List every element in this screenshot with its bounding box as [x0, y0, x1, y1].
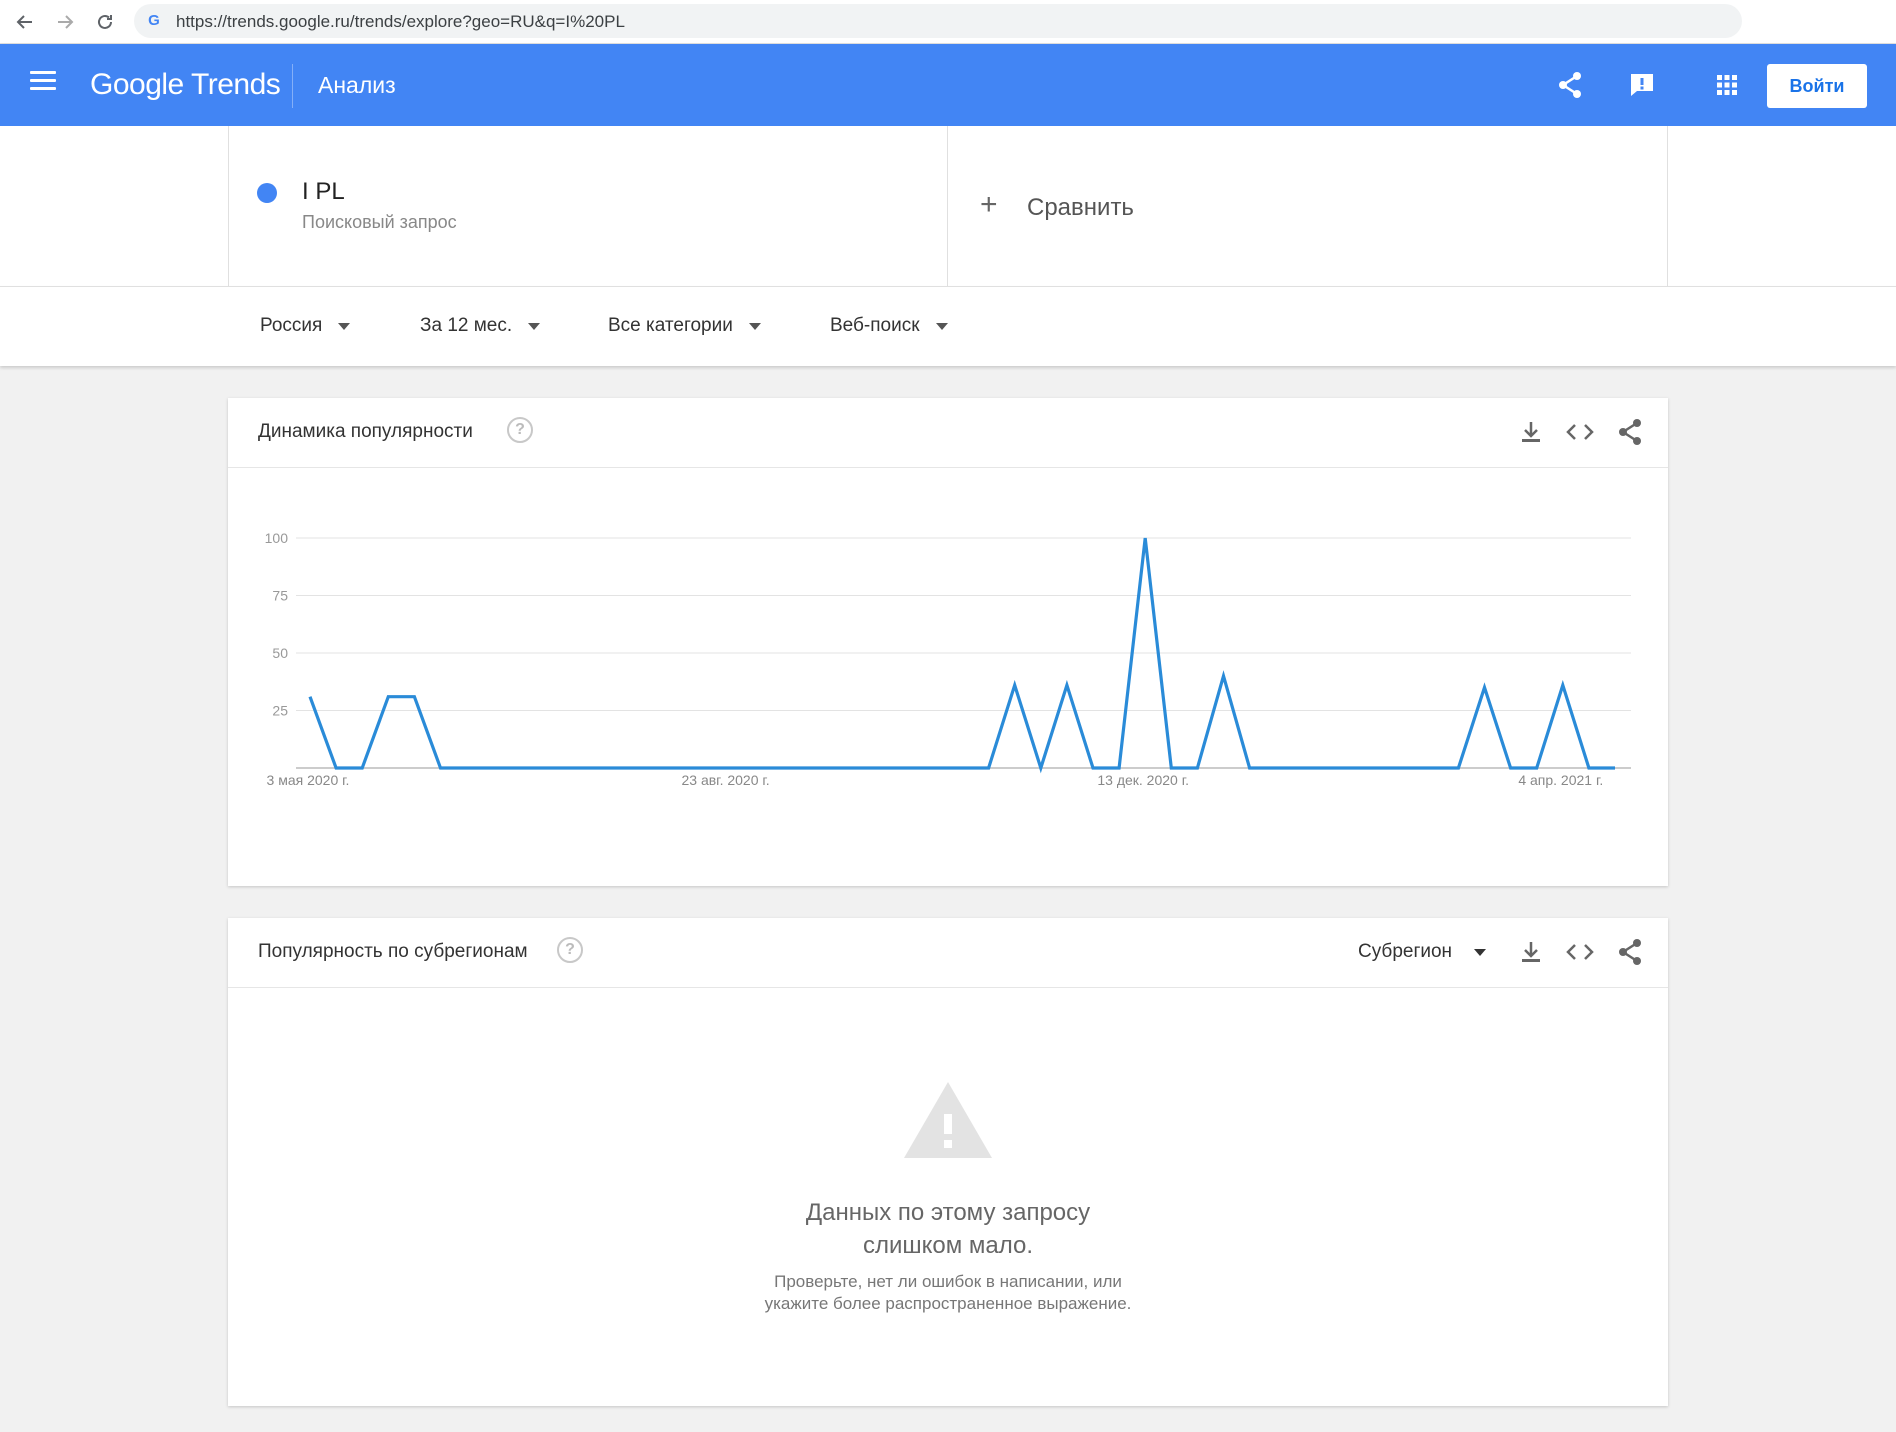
empty-state-title: Данных по этому запросу слишком мало. [228, 1196, 1668, 1262]
compare-label: Сравнить [1027, 194, 1134, 221]
help-icon[interactable]: ? [557, 937, 583, 963]
period-filter-label: За 12 мес. [420, 315, 513, 336]
signin-button[interactable]: Войти [1767, 64, 1867, 108]
google-favicon-icon: G [148, 12, 160, 29]
filter-bar: Россия За 12 мес. Все категории Веб-поис… [0, 286, 1896, 366]
share-icon[interactable] [1615, 937, 1645, 967]
subregion-header: Популярность по субрегионам ? Субрегион [228, 918, 1668, 988]
chevron-down-icon [338, 322, 351, 330]
y-tick-label: 100 [265, 530, 289, 546]
chevron-down-icon [748, 322, 761, 330]
embed-icon[interactable] [1565, 417, 1595, 447]
region-filter[interactable]: Россия [260, 315, 351, 337]
forward-icon[interactable] [50, 8, 80, 36]
subregion-title: Популярность по субрегионам [258, 941, 528, 962]
search-term-bar: I PL Поисковый запрос + Сравнить [0, 126, 1896, 286]
term-type: Поисковый запрос [302, 212, 457, 232]
apps-grid-icon[interactable] [1711, 69, 1743, 101]
y-tick-label: 75 [272, 588, 288, 604]
search-type-filter[interactable]: Веб-поиск [830, 315, 948, 337]
compare-button[interactable]: + Сравнить [948, 126, 1668, 286]
subregion-card: Популярность по субрегионам ? Субрегион … [228, 918, 1668, 1406]
search-term-card[interactable]: I PL Поисковый запрос [228, 126, 948, 286]
period-filter[interactable]: За 12 мес. [420, 315, 541, 337]
term-color-dot [257, 183, 277, 203]
page-title: Анализ [318, 72, 396, 98]
subregion-resolution-select[interactable]: Субрегион [1358, 941, 1487, 963]
download-icon[interactable] [1516, 417, 1546, 447]
interest-over-time-title: Динамика популярности [258, 421, 473, 442]
x-tick-label: 4 апр. 2021 г. [1518, 772, 1603, 788]
y-tick-label: 25 [272, 703, 288, 719]
category-filter[interactable]: Все категории [608, 315, 761, 337]
download-icon[interactable] [1516, 937, 1546, 967]
share-icon[interactable] [1554, 69, 1586, 101]
feedback-icon[interactable] [1626, 69, 1658, 101]
empty-state-title-line2: слишком мало. [862, 1232, 1034, 1259]
warning-icon [900, 1078, 996, 1167]
subregion-resolution-label: Субрегион [1358, 941, 1453, 962]
header-divider [292, 64, 293, 108]
reload-icon[interactable] [90, 8, 120, 36]
empty-state-hint-line2: укажите более распространенное выражение… [764, 1294, 1132, 1313]
logo[interactable]: Google Trends [90, 68, 281, 102]
x-tick-label: 3 мая 2020 г. [267, 772, 350, 788]
chevron-down-icon [935, 322, 948, 330]
empty-state-title-line1: Данных по этому запросу [805, 1199, 1091, 1226]
term-name: I PL [302, 178, 345, 205]
app-header: Google Trends Анализ Войти [0, 44, 1896, 126]
x-tick-label: 13 дек. 2020 г. [1097, 772, 1189, 788]
embed-icon[interactable] [1565, 937, 1595, 967]
interest-chart[interactable]: 25 50 75 100 3 мая 2020 г. 23 авг. 2020 г. 13 … [228, 468, 1668, 886]
address-bar[interactable]: G https://trends.google.ru/trends/explor… [134, 4, 1742, 38]
interest-chart-svg: 25 50 75 100 3 мая 2020 г. 23 авг. 2020 г. 13 … [265, 530, 1631, 788]
empty-state-hint-line1: Проверьте, нет ли ошибок в написании, ил… [774, 1272, 1122, 1291]
help-icon[interactable]: ? [507, 417, 533, 443]
chevron-down-icon [1474, 948, 1487, 956]
menu-icon[interactable] [28, 71, 58, 99]
interest-over-time-header: Динамика популярности ? [228, 398, 1668, 468]
address-url: https://trends.google.ru/trends/explore?… [176, 12, 625, 31]
chevron-down-icon [528, 322, 541, 330]
category-filter-label: Все категории [608, 315, 733, 336]
share-icon[interactable] [1615, 417, 1645, 447]
y-tick-label: 50 [272, 645, 288, 661]
empty-state-hint: Проверьте, нет ли ошибок в написании, ил… [228, 1271, 1668, 1315]
browser-toolbar: G https://trends.google.ru/trends/explor… [0, 0, 1896, 44]
back-icon[interactable] [10, 8, 40, 36]
search-type-filter-label: Веб-поиск [830, 315, 920, 336]
interest-over-time-card: Динамика популярности ? 25 50 75 100 3 мая 2… [228, 398, 1668, 886]
x-tick-label: 23 авг. 2020 г. [682, 772, 770, 788]
plus-icon: + [980, 188, 998, 221]
region-filter-label: Россия [260, 315, 323, 336]
